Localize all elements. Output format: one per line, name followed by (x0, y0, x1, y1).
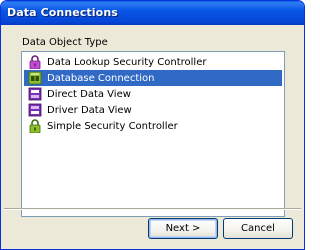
next-button[interactable]: Next > (148, 218, 218, 239)
cancel-button[interactable]: Cancel (223, 218, 293, 239)
list-item-direct-data-view[interactable]: Direct Data View (24, 86, 282, 102)
lock-icon (27, 55, 43, 69)
list-item-label: Simple Security Controller (47, 120, 178, 132)
button-separator (4, 208, 301, 210)
list-item-label: Direct Data View (47, 88, 131, 100)
window-title: Data Connections (7, 6, 118, 19)
database-connection-icon (27, 71, 43, 85)
lock-icon (27, 119, 43, 133)
list-item-label: Data Lookup Security Controller (47, 56, 207, 68)
list-item-label: Driver Data View (47, 104, 132, 116)
list-item-simple-security-controller[interactable]: Simple Security Controller (24, 118, 282, 134)
driver-data-view-icon (27, 103, 43, 117)
list-item-driver-data-view[interactable]: Driver Data View (24, 102, 282, 118)
dialog-body: Data Object Type Data Lookup Security Co… (4, 25, 301, 247)
direct-data-view-icon (27, 87, 43, 101)
list-item-database-connection[interactable]: Database Connection (24, 70, 282, 86)
data-connections-dialog: Data Connections Data Object Type Data L… (0, 0, 305, 250)
title-bar[interactable]: Data Connections (1, 1, 304, 25)
data-object-type-list[interactable]: Data Lookup Security Controller Database… (21, 51, 285, 217)
data-object-type-label: Data Object Type (22, 37, 108, 48)
list-item-label: Database Connection (47, 72, 155, 84)
list-item-data-lookup-security-controller[interactable]: Data Lookup Security Controller (24, 54, 282, 70)
